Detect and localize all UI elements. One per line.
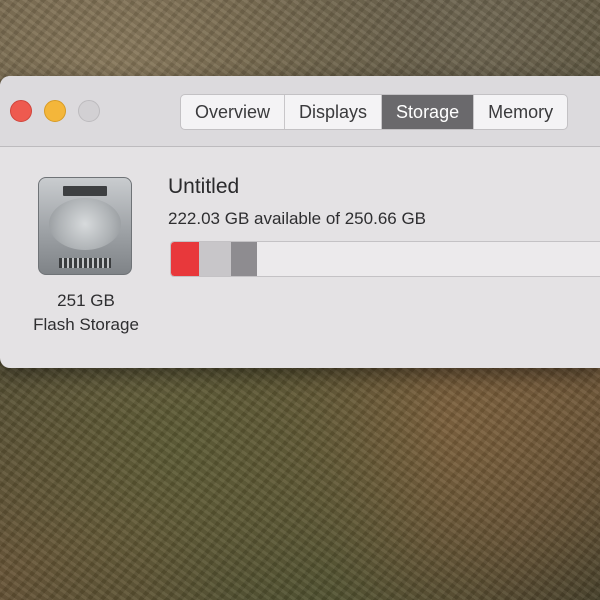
close-button[interactable] (10, 100, 32, 122)
tab-bar: Overview Displays Storage Memory (180, 94, 569, 130)
disk-type: Flash Storage (33, 315, 139, 334)
tab-overview[interactable]: Overview (181, 95, 286, 129)
usage-segment (231, 242, 257, 276)
volume-availability: 222.03 GB available of 250.66 GB (168, 209, 427, 228)
about-this-mac-window: Overview Displays Storage Memory 251 GB … (0, 76, 600, 368)
zoom-button[interactable] (78, 100, 100, 122)
disk-capacity: 251 GB (57, 291, 115, 310)
tab-storage[interactable]: Storage (382, 95, 475, 129)
tab-memory[interactable]: Memory (474, 95, 567, 129)
usage-segment (198, 242, 232, 276)
volume-name: Untitled (168, 175, 240, 198)
storage-panel: 251 GB Flash Storage Untitled 222.03 GB … (0, 147, 600, 368)
tab-displays[interactable]: Displays (285, 95, 383, 129)
title-bar: Overview Displays Storage Memory (0, 76, 600, 147)
storage-usage-bar[interactable] (170, 241, 600, 277)
hard-drive-icon (38, 177, 132, 275)
minimize-button[interactable] (44, 100, 66, 122)
usage-segment (171, 242, 199, 276)
